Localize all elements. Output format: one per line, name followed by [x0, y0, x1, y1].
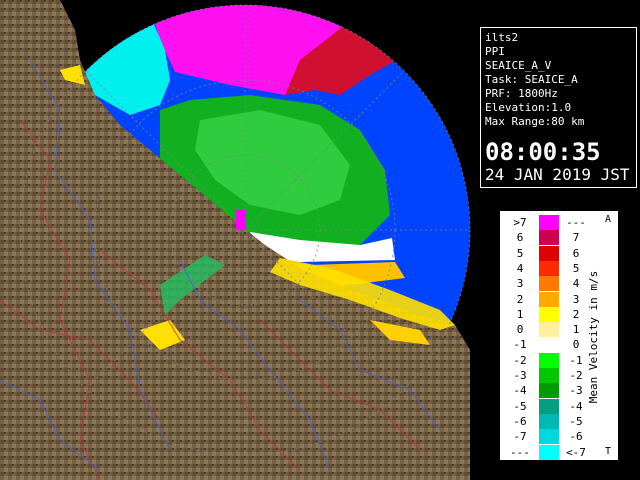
legend-row: -7 -6: [501, 429, 601, 445]
legend-row: 67: [501, 230, 601, 246]
legend-lower-value: 4: [516, 261, 524, 275]
legend-row: -6 -5: [501, 413, 601, 429]
legend-upper-value: ---: [566, 216, 586, 229]
legend-color-swatch: [539, 337, 559, 353]
legend-color-swatch: [539, 230, 559, 246]
legend-row: -2 -1: [501, 352, 601, 368]
legend-lower-value: -5: [513, 399, 527, 413]
legend-color-swatch: [539, 260, 559, 276]
legend-color-swatch: [539, 215, 559, 230]
legend-color-swatch: [539, 444, 559, 460]
legend-row: 01: [501, 322, 601, 338]
observation-time: 08:00:35: [485, 138, 601, 166]
legend-row: 45: [501, 260, 601, 276]
legend-color-swatch: [539, 291, 559, 307]
legend-lower-value: -7: [513, 430, 527, 444]
legend-color-swatch: [539, 429, 559, 445]
legend-color-swatch: [539, 398, 559, 414]
scan-mode: PPI: [485, 45, 505, 58]
legend-lower-value: -3: [513, 369, 527, 382]
legend-lower-value: -6: [513, 414, 527, 428]
legend-row: -1 0: [501, 337, 601, 353]
product-name: SEAICE_A_V: [485, 59, 552, 72]
legend-row: -3 -2: [501, 368, 601, 383]
legend-row: 23: [501, 291, 601, 307]
legend-row: 56: [501, 245, 601, 261]
legend-lower-value: 6: [516, 231, 524, 245]
legend-lower-value: 0: [516, 323, 524, 337]
legend-row: -5 -4: [501, 398, 601, 414]
legend-color-swatch: [539, 352, 559, 368]
legend-lower-value: 2: [516, 292, 524, 306]
legend-lower-value: -1: [513, 338, 527, 352]
velocity-legend: >7 --- 6 7 5 6 4 5 3 4 2 3 1 2 0 1 -1 0 -2 -1 -3 -2 -4 -3 -5 -4 -6…: [500, 211, 618, 460]
legend-row: 34: [501, 276, 601, 292]
legend-color-swatch: [539, 276, 559, 292]
legend-lower-value: 5: [516, 246, 524, 260]
legend-color-swatch: [539, 383, 559, 399]
task-name: Task: SEAICE_A: [485, 73, 578, 86]
legend-row: -4 -3: [501, 383, 601, 399]
legend-lower-value: 1: [516, 307, 524, 321]
legend-lower-value: -4: [513, 384, 527, 398]
elevation-value: Elevation:1.0: [485, 101, 572, 114]
legend-lower-value: 3: [516, 277, 524, 291]
legend-upper-value: 7: [572, 231, 580, 245]
observation-date: 24 JAN 2019 JST: [485, 165, 630, 184]
legend-row: --- <-7: [501, 444, 601, 460]
site-name: ilts2: [485, 31, 519, 44]
legend-upper-value: -6: [569, 430, 583, 444]
prf-value: PRF: 1800Hz: [485, 87, 558, 100]
info-panel: ilts2 PPI SEAICE_A_V Task: SEAICE_A PRF:…: [480, 27, 637, 188]
legend-color-swatch: [539, 413, 559, 429]
legend-row: >7 ---: [501, 215, 601, 230]
legend-lower-value: -2: [513, 353, 527, 367]
legend-corner-top: A: [605, 214, 612, 225]
legend-color-swatch: [539, 245, 559, 261]
legend-upper-value: <-7: [566, 445, 586, 459]
legend-color-swatch: [539, 322, 559, 338]
legend-lower-value: >7: [513, 216, 527, 229]
legend-corner-bottom: T: [605, 446, 612, 457]
legend-title: Mean Velocity in m/s: [587, 270, 600, 404]
max-range-value: Max Range:80 km: [485, 115, 585, 128]
radar-site-marker: [236, 210, 246, 230]
legend-color-swatch: [539, 306, 559, 322]
legend-lower-value: ---: [510, 445, 530, 459]
legend-row: 12: [501, 306, 601, 322]
legend-color-swatch: [539, 368, 559, 383]
